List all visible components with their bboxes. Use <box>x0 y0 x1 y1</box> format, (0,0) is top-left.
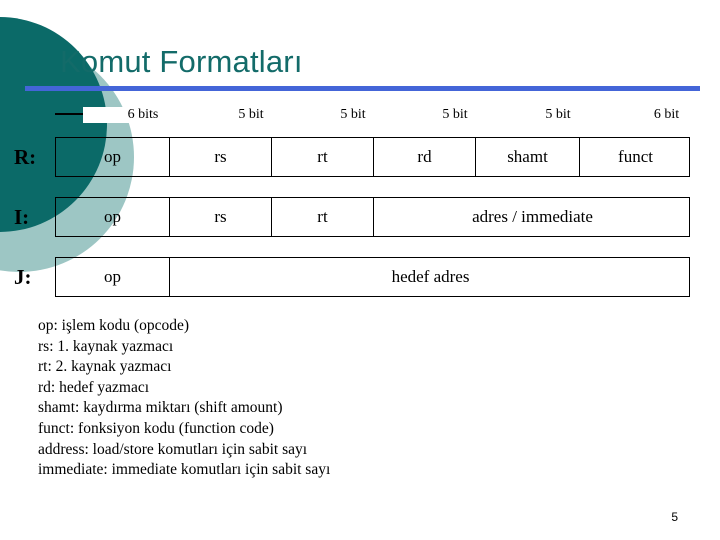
format-r-field-4: shamt <box>476 138 580 176</box>
format-j-field-0: op <box>56 258 170 296</box>
legend-line-7: immediate: immediate komutları için sabi… <box>38 461 331 479</box>
format-i-field-0: op <box>56 198 170 236</box>
format-i-field-3: adres / immediate <box>472 207 593 226</box>
legend-line-3: rd: hedef yazmacı <box>38 378 150 396</box>
legend-line-4: shamt: kaydırma miktarı (shift amount) <box>38 399 283 417</box>
bit-width-label-3: 5 bit <box>401 107 509 123</box>
format-i-field-1: rs <box>170 198 272 236</box>
title-underline-rule <box>25 86 700 91</box>
bit-width-header-row: 6 bits 5 bit 5 bit 5 bit 5 bit 6 bit <box>55 107 720 133</box>
legend-line-5: funct: fonksiyon kodu (function code) <box>38 419 274 437</box>
field-legend: op: işlem kodu (opcode) rs: 1. kaynak yaz… <box>38 316 330 481</box>
format-r-field-3: rd <box>374 138 476 176</box>
format-label-j: J: <box>14 265 32 289</box>
slide: Komut Formatları 6 bits 5 bit 5 bit 5 bit 5 … <box>0 0 720 540</box>
legend-line-0: op: işlem kodu (opcode) <box>38 317 190 334</box>
format-r-field-5: funct <box>618 147 653 166</box>
page-title: Komut Formatları <box>60 44 303 79</box>
bit-width-label-1: 5 bit <box>197 107 305 123</box>
bit-width-label-5: 6 bit <box>607 107 720 123</box>
legend-line-1: rs: 1. kaynak yazmacı <box>38 337 174 355</box>
format-label-i: I: <box>14 205 30 229</box>
format-row-j: op hedef adres <box>55 257 690 297</box>
format-i-field-2: rt <box>272 198 374 236</box>
format-r-field-1: rs <box>170 138 272 176</box>
legend-line-6: address: load/store komutları için sabit… <box>38 440 308 458</box>
format-label-r: R: <box>14 145 37 169</box>
format-row-r: op rs rt rd shamt funct <box>55 137 690 177</box>
bit-width-label-2: 5 bit <box>299 107 407 123</box>
format-r-field-0: op <box>56 138 170 176</box>
format-r-field-2: rt <box>272 138 374 176</box>
format-j-field-1: hedef adres <box>391 267 470 286</box>
legend-line-2: rt: 2. kaynak yazmacı <box>38 358 172 376</box>
page-number: 5 <box>671 510 678 524</box>
bit-width-label-0: 6 bits <box>83 107 203 123</box>
bit-width-label-4: 5 bit <box>503 107 613 123</box>
format-row-i: op rs rt adres / immediate <box>55 197 690 237</box>
